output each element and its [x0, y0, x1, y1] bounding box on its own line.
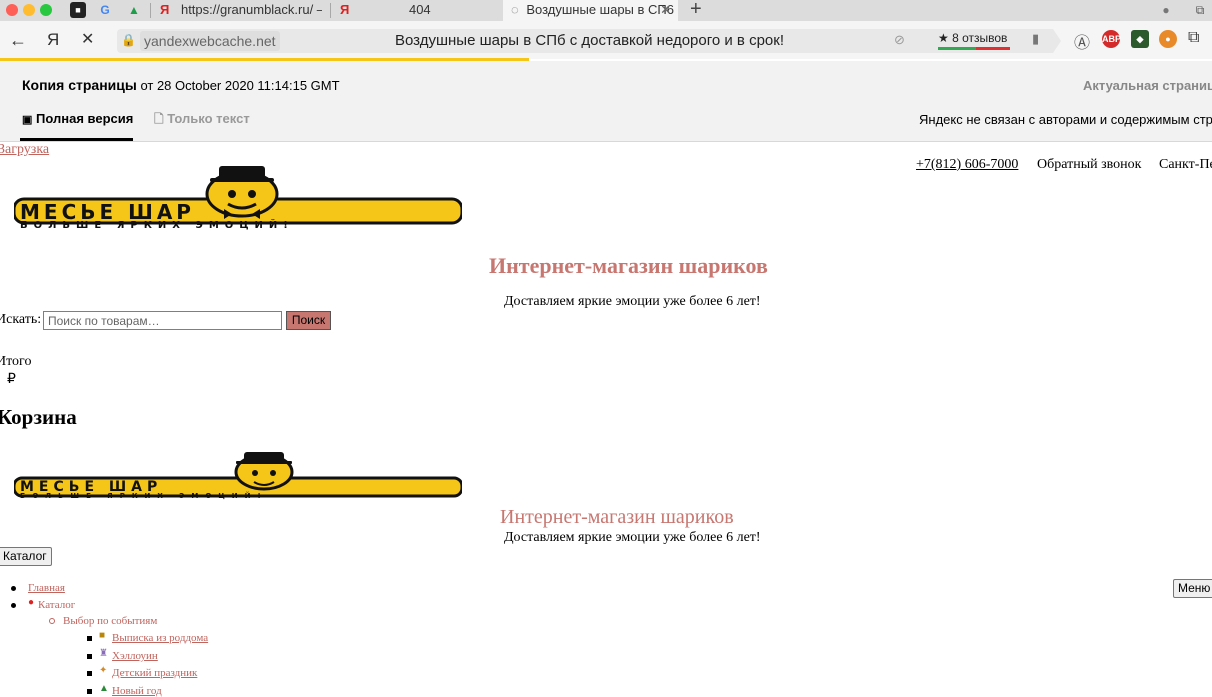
- tab-full-version[interactable]: ▣ Полная версия: [22, 111, 133, 128]
- cart-total-label: Итого: [0, 354, 32, 369]
- catalog-button[interactable]: Каталог: [0, 547, 52, 566]
- cache-header: Копия страницы от 28 October 2020 11:14:…: [0, 61, 1212, 142]
- bookmarks-icon[interactable]: ⧉: [1192, 2, 1208, 18]
- loading-link[interactable]: Загрузка: [0, 142, 49, 158]
- menu-item-event-kids-party[interactable]: Детский праздник: [112, 667, 197, 680]
- yandex-favicon-icon: Я: [160, 2, 170, 17]
- stop-loading-button[interactable]: ✕: [81, 29, 94, 51]
- cache-disclaimer: Яндекс не связан с авторами и содержимым…: [919, 112, 1212, 127]
- back-button[interactable]: ←: [9, 29, 27, 51]
- menu-button[interactable]: Меню: [1173, 579, 1212, 598]
- search-input[interactable]: [43, 311, 282, 330]
- browser-nav-bar: ← Я ✕ 🔒 yandexwebcache.net Воздушные шар…: [0, 21, 1212, 59]
- document-icon: 🗋: [154, 112, 164, 126]
- image-icon: ▣: [22, 114, 33, 126]
- green-extension-icon[interactable]: ◆: [1131, 30, 1149, 48]
- block-icon[interactable]: ⊘: [894, 32, 905, 48]
- lock-icon[interactable]: 🔒: [121, 33, 136, 47]
- orange-extension-icon[interactable]: ●: [1159, 30, 1177, 48]
- shop-subtitle-secondary: Доставляем яркие эмоции уже более 6 лет!: [504, 530, 761, 545]
- site-logo[interactable]: МЕСЬЕ ШАР БОЛЬШЕ ЯРКИХ ЭМОЦИЙ!: [12, 164, 464, 234]
- menu-item-event-new-year[interactable]: Новый год: [112, 685, 162, 697]
- cart-heading: Корзина: [0, 405, 77, 429]
- site-logo-secondary[interactable]: МЕСЬЕ ШАР БОЛЬШЕ ЯРКИХ ЭМОЦИЙ!: [12, 452, 464, 500]
- menu-item-event-discharge[interactable]: Выписка из роддома: [112, 632, 208, 645]
- tab-active-balloons[interactable]: ◌ Воздушные шары в СП6 ✕: [503, 0, 678, 21]
- tab-granumblack[interactable]: Я https://granumblack.ru/ —: [152, 0, 322, 21]
- tab-text-only[interactable]: 🗋 Только текст: [154, 111, 250, 127]
- close-tab-icon[interactable]: ✕: [660, 0, 671, 19]
- adblock-extension-icon[interactable]: ABP: [1102, 30, 1121, 48]
- callback-link[interactable]: Обратный звонок: [1037, 157, 1141, 173]
- reviews-rating-bar: [938, 47, 1010, 50]
- new-tab-button[interactable]: +: [690, 0, 702, 21]
- maximize-window-button[interactable]: [40, 4, 52, 16]
- search-label: Искать:: [0, 312, 42, 327]
- bookmark-icon[interactable]: ▮: [1032, 31, 1039, 47]
- menu-item-catalog[interactable]: Каталог: [38, 599, 75, 612]
- minimize-window-button[interactable]: [23, 4, 35, 16]
- tab-404[interactable]: Я 404: [332, 0, 502, 21]
- profile-icon[interactable]: ●: [1158, 2, 1174, 18]
- pinned-tab-icon[interactable]: ■: [70, 2, 86, 18]
- shop-title: Интернет-магазин шариков: [489, 253, 768, 278]
- drive-tab-icon[interactable]: ▲: [126, 2, 142, 18]
- browser-tab-bar: ■ G ▲ Я https://granumblack.ru/ — Я 404 …: [0, 0, 1212, 21]
- phone-link[interactable]: +7(812) 606-7000: [916, 157, 1018, 173]
- shop-title-secondary: Интернет-магазин шариков: [500, 506, 734, 528]
- loading-spinner-icon: ◌: [511, 2, 519, 17]
- close-window-button[interactable]: [6, 4, 18, 16]
- halloween-icon: ♜: [99, 648, 108, 659]
- address-domain[interactable]: yandexwebcache.net: [140, 31, 280, 51]
- christmas-tree-icon: ▲: [99, 683, 109, 694]
- address-page-title: Воздушные шары в СПб с доставкой недорог…: [395, 32, 784, 49]
- search-button[interactable]: Поиск: [286, 311, 331, 330]
- cache-title: Копия страницы от 28 October 2020 11:14:…: [22, 77, 340, 93]
- anarchy-extension-icon[interactable]: Ⓐ: [1074, 29, 1090, 53]
- menu-item-event-halloween[interactable]: Хэллоуин: [112, 650, 158, 663]
- menu-item-home[interactable]: Главная: [28, 582, 65, 595]
- google-tab-icon[interactable]: G: [97, 2, 113, 18]
- yandex-home-button[interactable]: Я: [47, 29, 59, 51]
- baby-icon: ■: [99, 630, 106, 641]
- city-label[interactable]: Санкт-Пе: [1159, 157, 1212, 173]
- party-icon: ✦: [99, 665, 108, 676]
- reviews-badge[interactable]: ★ 8 отзывов: [938, 30, 1007, 46]
- menu-item-by-event[interactable]: Выбор по событиям: [63, 615, 157, 628]
- balloon-icon: ●: [28, 597, 35, 608]
- shop-subtitle: Доставляем яркие эмоции уже более 6 лет!: [504, 294, 761, 309]
- yandex-favicon-icon: Я: [340, 2, 350, 17]
- cart-currency: ₽: [7, 372, 16, 387]
- translate-icon[interactable]: ⧉: [1188, 29, 1199, 47]
- current-page-link[interactable]: Актуальная страница: [1083, 78, 1212, 93]
